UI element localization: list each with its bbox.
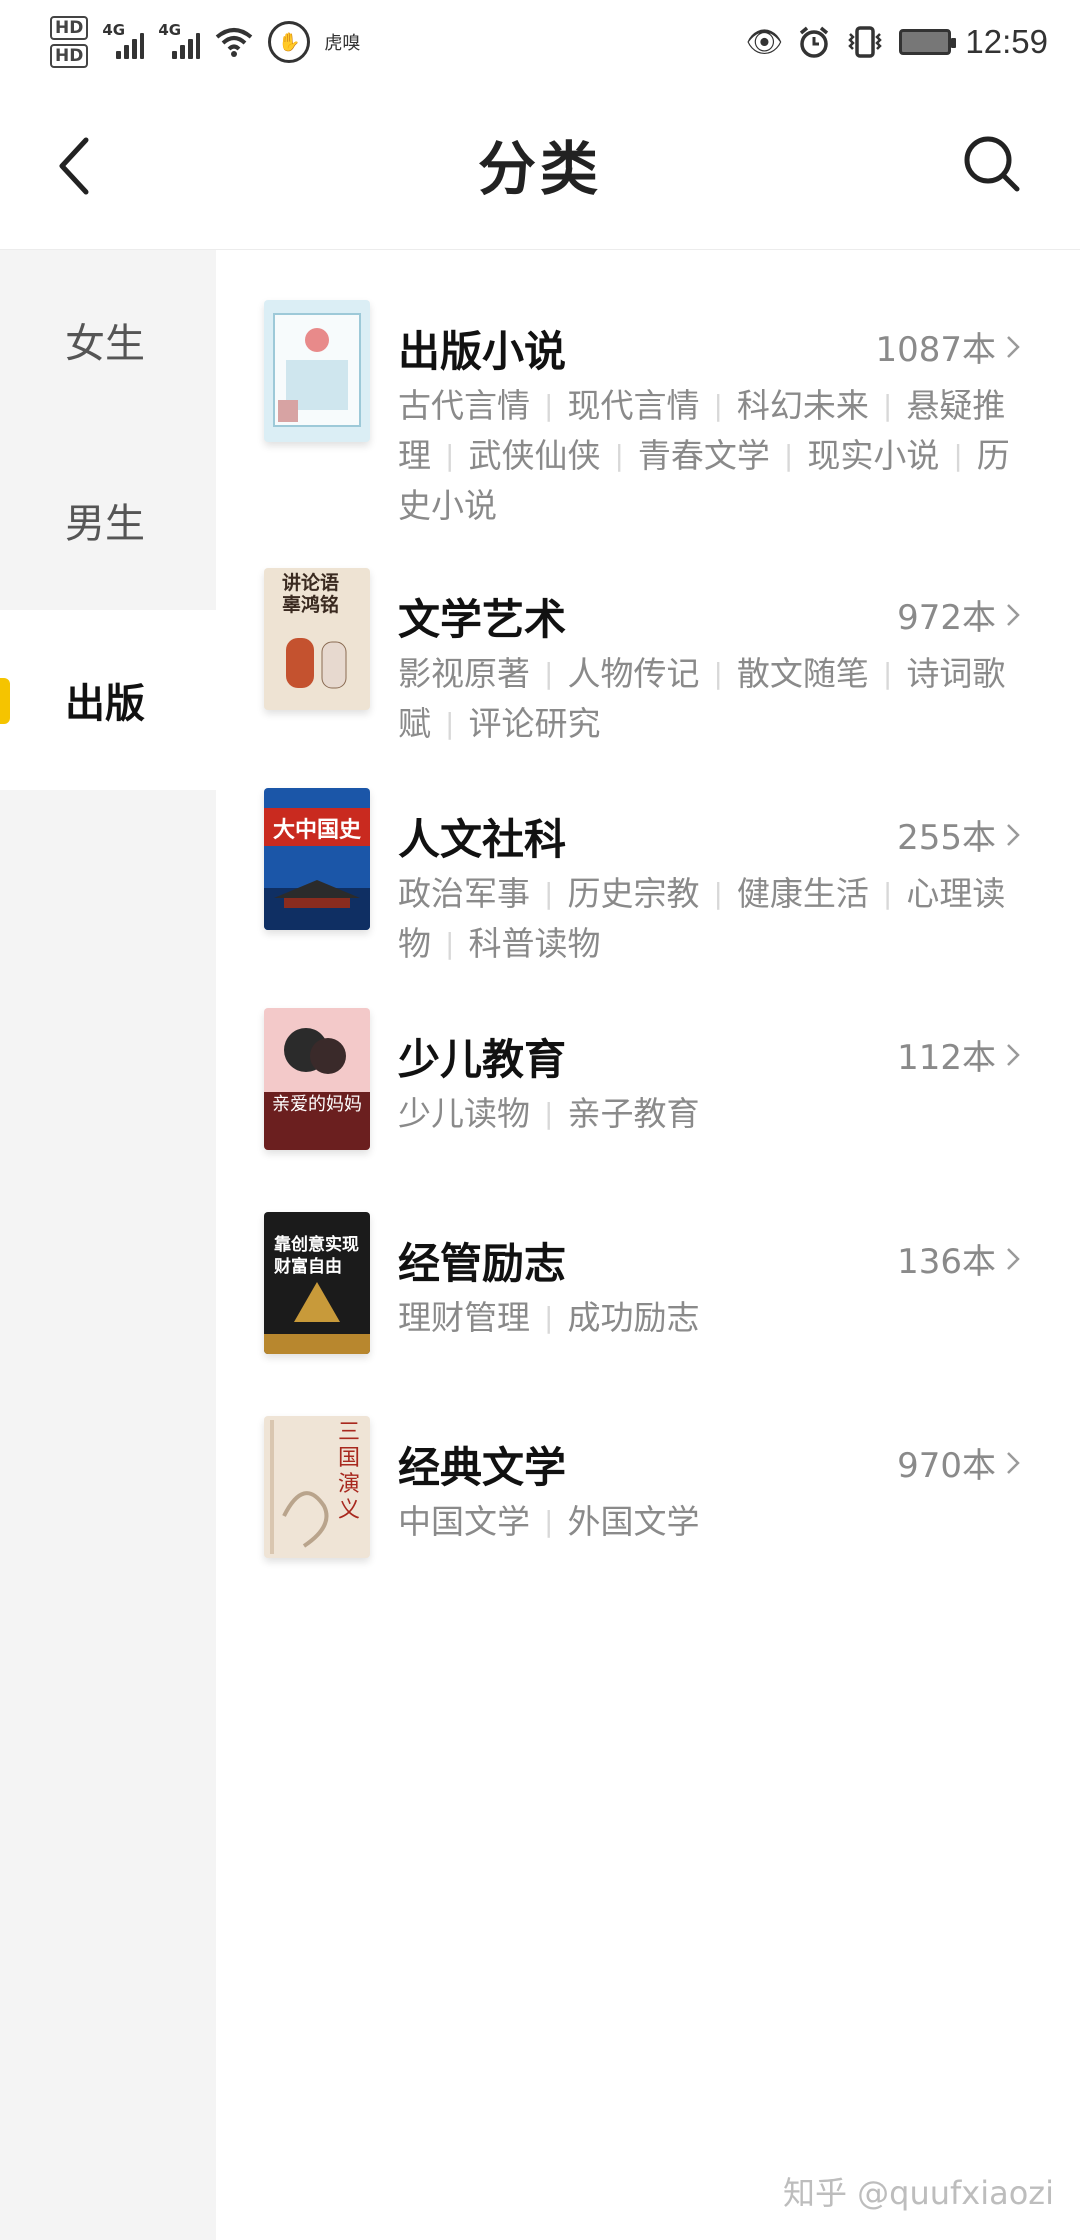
category-item[interactable]: 靠创意实现财富自由 经管励志 136本 理财管理 | 成功励志 [216,1162,1080,1366]
sidebar-item-label: 男生 [65,501,145,547]
status-left: HD HD 4G 4G ✋ 虎嗅 [50,12,360,72]
category-tags: 少儿读物 | 亲子教育 [398,1094,700,1133]
tag[interactable]: 人物传记 [567,654,699,693]
tag[interactable]: 历史宗教 [567,874,699,913]
book-cover: 亲爱的妈妈 [264,1008,370,1150]
book-cover: 讲论语 辜鸿铭 [264,568,370,710]
category-sidebar: 女生 男生 出版 [0,250,216,2240]
wifi-icon [216,28,253,57]
tag[interactable]: 外国文学 [567,1502,699,1541]
book-cover-title: 讲论语 辜鸿铭 [282,572,340,616]
sidebar-item-label: 出版 [65,681,145,727]
alarm-icon [800,26,829,58]
app-header: 分类 [0,82,1080,250]
category-tags: 影视原著 | 人物传记 | 散文随笔 | 诗词歌赋 | 评论研究 [398,654,1006,743]
sidebar-item-publish[interactable]: 出版 [0,610,216,790]
tag[interactable]: 科幻未来 [737,386,869,425]
book-cover: 三国演义 [264,1416,370,1558]
count-text: 972本 [897,598,996,638]
category-name: 人文社科 [398,815,567,864]
tag[interactable]: 现代言情 [567,386,699,425]
category-tags: 政治军事 | 历史宗教 | 健康生活 | 心理读物 | 科普读物 [398,874,1006,963]
category-count: 1087本 [875,322,1020,371]
eye-icon: 👁 [745,24,784,60]
count-text: 112本 [897,1038,996,1078]
network-type-1: 4G [102,21,126,39]
category-item[interactable]: 讲论语 辜鸿铭 文学艺术 972本 影视原著 | 人物传记 | 散文随笔 | 诗词歌赋 | 评论… [216,518,1080,743]
category-tags: 中国文学 | 外国文学 [398,1502,700,1541]
signal-icon-2: 4G [158,21,201,59]
category-name: 文学艺术 [398,595,567,644]
tag[interactable]: 古代言情 [398,386,530,425]
tag[interactable]: 理财管理 [398,1298,530,1337]
chevron-right-icon [1007,823,1020,846]
tag[interactable]: 少儿读物 [398,1094,530,1133]
book-cover-title: 亲爱的妈妈 [272,1094,362,1115]
tag[interactable]: 政治军事 [398,874,530,913]
battery-icon [899,29,957,55]
category-count: 972本 [897,590,1020,639]
tag[interactable]: 成功励志 [567,1298,699,1337]
tag[interactable]: 散文随笔 [737,654,869,693]
clock: 12:59 [965,23,1048,60]
tag[interactable]: 亲子教育 [567,1094,699,1133]
category-count: 112本 [897,1030,1020,1079]
chevron-right-icon [1007,603,1020,626]
sidebar-item-female[interactable]: 女生 [0,250,216,430]
active-indicator [0,678,10,724]
count-text: 970本 [897,1446,996,1486]
status-right: 👁 12:59 [745,14,1048,70]
category-name: 经典文学 [398,1443,567,1492]
status-bar: HD HD 4G 4G ✋ 虎嗅 👁 12:59 [0,0,1080,82]
chevron-right-icon [1007,1043,1020,1066]
hand-icon: ✋ [268,21,311,63]
sidebar-item-label: 女生 [65,321,145,367]
category-name: 出版小说 [398,327,567,376]
book-cover-title: 大中国史 [272,818,361,843]
chevron-right-icon [1007,1247,1020,1270]
category-name: 经管励志 [398,1239,567,1288]
category-tags: 理财管理 | 成功励志 [398,1298,700,1337]
signal-icon-1: 4G [102,21,145,59]
hd-indicators: HD HD [50,16,89,68]
tag[interactable]: 青春文学 [638,436,770,475]
search-icon[interactable] [962,134,1022,194]
category-item[interactable]: 亲爱的妈妈 少儿教育 112本 少儿读物 | 亲子教育 [216,958,1080,1162]
book-cover-title: 三国演义 [338,1420,361,1523]
tag[interactable]: 中国文学 [398,1502,530,1541]
book-cover [264,300,370,442]
category-item[interactable]: 大中国史 人文社科 255本 政治军事 | 历史宗教 | 健康生活 | 心理读物 | 科普读物 [216,738,1080,963]
category-count: 255本 [897,810,1020,859]
sidebar-item-male[interactable]: 男生 [0,430,216,610]
tag[interactable]: 影视原著 [398,654,530,693]
book-cover: 靠创意实现财富自由 [264,1212,370,1354]
book-cover: 大中国史 [264,788,370,930]
category-tags: 古代言情 | 现代言情 | 科幻未来 | 悬疑推理 | 武侠仙侠 | 青春文学 | 现实小说 | 历史小说 [398,386,1010,525]
tag[interactable]: 现实小说 [807,436,939,475]
tag[interactable]: 健康生活 [737,874,869,913]
category-item[interactable]: 三国演义 经典文学 970本 中国文学 | 外国文学 [216,1366,1080,1570]
category-count: 136本 [897,1234,1020,1283]
hd-badge-1: HD [50,16,89,40]
watermark: 知乎 @quufxiaozi [782,2174,1054,2212]
chevron-right-icon [1007,1451,1020,1474]
count-text: 136本 [897,1242,996,1282]
count-text: 1087本 [875,330,996,370]
tag[interactable]: 武侠仙侠 [468,436,600,475]
category-count: 970本 [897,1438,1020,1487]
network-type-2: 4G [158,21,182,39]
chevron-right-icon [1007,335,1020,358]
count-text: 255本 [897,818,996,858]
hd-badge-2: HD [50,44,89,68]
book-cover-title: 靠创意实现财富自由 [274,1235,359,1277]
carrier-text: 虎嗅 [324,33,361,54]
category-item[interactable]: 出版小说 1087本 古代言情 | 现代言情 | 科幻未来 | 悬疑推理 | 武侠仙侠 | 青春文学… [216,250,1080,525]
vibrate-icon [848,26,883,58]
page-title: 分类 [477,135,602,203]
category-name: 少儿教育 [398,1035,567,1084]
